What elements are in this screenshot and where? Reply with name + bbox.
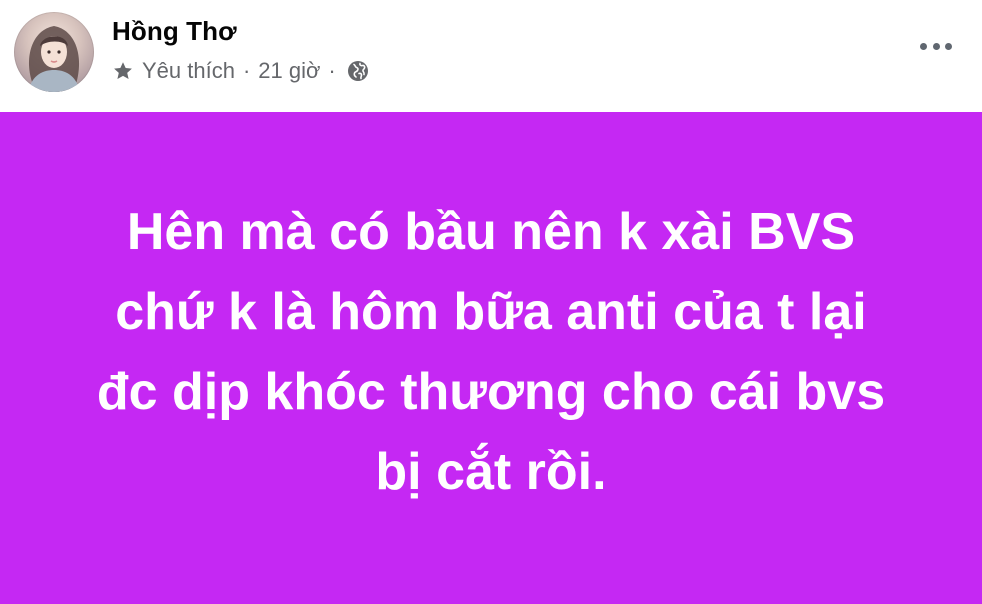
post-text-line: bị cắt rồi. bbox=[375, 443, 607, 501]
avatar-image bbox=[28, 26, 80, 92]
post-text-line: đc dịp khóc thương cho cái bvs bbox=[96, 363, 886, 421]
post-header: Hồng Thơ Yêu thích · 21 giờ · bbox=[0, 0, 982, 112]
author-name[interactable]: Hồng Thơ bbox=[112, 14, 237, 48]
post-background-text[interactable]: Hên mà có bầu nên k xài BVS chứ k là hôm… bbox=[0, 112, 982, 604]
post-meta: Yêu thích · 21 giờ · bbox=[112, 56, 370, 86]
more-options-button[interactable] bbox=[920, 32, 952, 60]
star-icon bbox=[112, 60, 134, 82]
post-time[interactable]: 21 giờ bbox=[258, 58, 320, 84]
author-avatar[interactable] bbox=[14, 12, 94, 92]
meta-separator-2: · bbox=[328, 58, 336, 83]
post-text-line: Hên mà có bầu nên k xài BVS bbox=[126, 203, 856, 261]
meta-separator: · bbox=[242, 58, 251, 83]
post-text: Hên mà có bầu nên k xài BVS chứ k là hôm… bbox=[41, 192, 941, 512]
more-dot-icon bbox=[920, 42, 927, 50]
more-dot-icon bbox=[932, 42, 940, 50]
more-dot-icon bbox=[945, 42, 952, 50]
globe-icon[interactable] bbox=[346, 59, 370, 83]
facebook-post: Hồng Thơ Yêu thích · 21 giờ · Hên mà có … bbox=[0, 0, 982, 604]
badge-label[interactable]: Yêu thích bbox=[142, 58, 235, 84]
post-text-line: chứ k là hôm bữa anti của t lại bbox=[115, 283, 867, 341]
